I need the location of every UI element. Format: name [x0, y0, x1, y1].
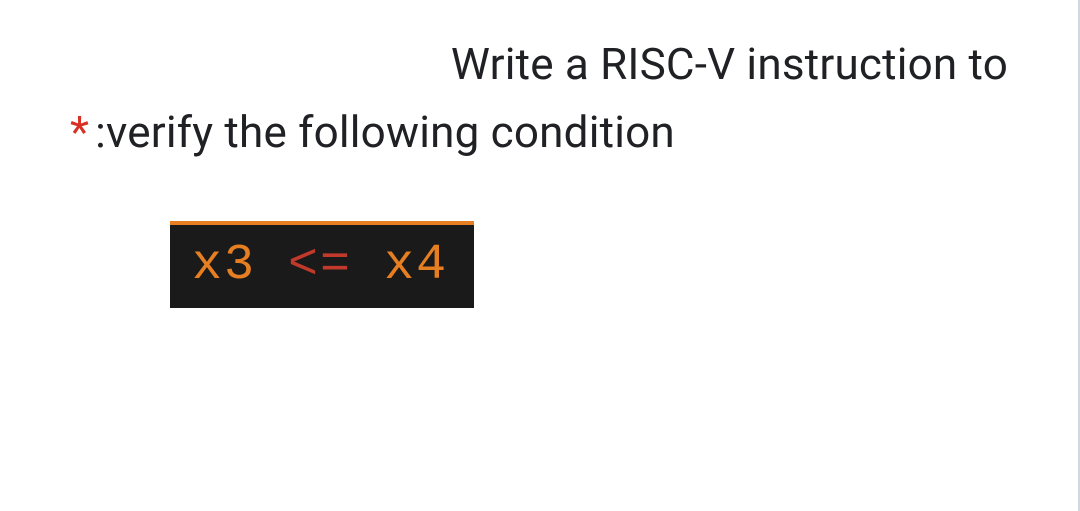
code-register-2: x4	[384, 237, 448, 294]
code-register-1: x3	[192, 237, 256, 294]
code-block: x3 <= x4	[170, 221, 474, 308]
question-line-1: Write a RISC-V instruction to	[70, 30, 1008, 98]
question-line-2: :verify the following condition	[95, 98, 675, 166]
code-block-wrapper: x3 <= x4	[170, 221, 1008, 308]
question-text: Write a RISC-V instruction to * :verify …	[70, 30, 1008, 166]
question-container: Write a RISC-V instruction to * :verify …	[0, 0, 1078, 338]
question-line-2-wrapper: * :verify the following condition	[70, 98, 1008, 166]
code-operator: <=	[288, 237, 352, 294]
required-asterisk: *	[70, 98, 89, 166]
